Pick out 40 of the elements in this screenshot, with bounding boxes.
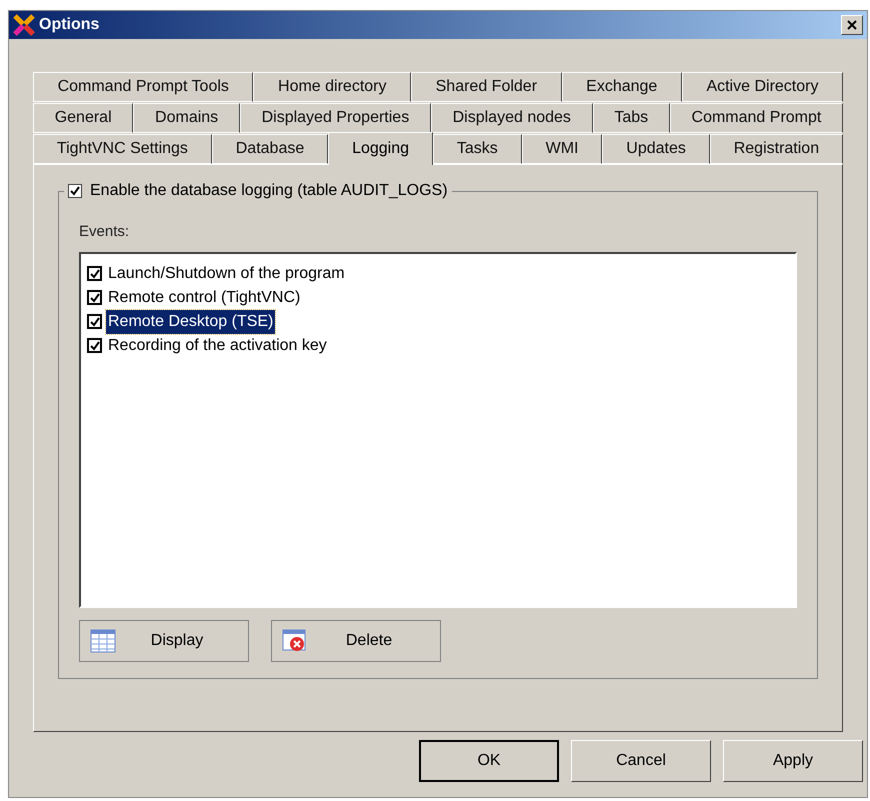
tab[interactable]: Updates bbox=[602, 134, 710, 164]
checkbox[interactable] bbox=[87, 290, 102, 305]
tab[interactable]: Exchange bbox=[562, 72, 682, 102]
checkbox[interactable] bbox=[87, 266, 102, 281]
tab[interactable]: Domains bbox=[133, 103, 240, 133]
tab[interactable]: Logging bbox=[328, 132, 433, 165]
tab[interactable]: Home directory bbox=[253, 72, 412, 102]
tab[interactable]: Displayed nodes bbox=[430, 103, 593, 133]
checkbox[interactable] bbox=[87, 314, 102, 329]
close-icon bbox=[847, 20, 857, 30]
close-button[interactable] bbox=[841, 15, 863, 35]
table-icon bbox=[90, 628, 116, 652]
display-button[interactable]: Display bbox=[79, 620, 249, 662]
events-label: Events: bbox=[79, 222, 130, 242]
tab[interactable]: Command Prompt bbox=[670, 103, 844, 133]
tab[interactable]: Command Prompt Tools bbox=[33, 72, 254, 102]
delete-icon bbox=[282, 628, 308, 652]
list-item[interactable]: Remote Desktop (TSE) bbox=[106, 310, 276, 334]
app-logo-icon bbox=[13, 14, 35, 36]
tab[interactable]: Tabs bbox=[592, 103, 670, 133]
tab[interactable]: Database bbox=[212, 134, 328, 164]
list-item[interactable]: Recording of the activation key bbox=[106, 334, 329, 358]
dialog-button[interactable]: Apply bbox=[723, 740, 863, 782]
tab[interactable]: WMI bbox=[522, 134, 602, 164]
list-item[interactable]: Remote control (TightVNC) bbox=[106, 286, 302, 310]
delete-button[interactable]: Delete bbox=[271, 620, 441, 662]
tab[interactable]: Tasks bbox=[432, 134, 522, 164]
tab[interactable]: Displayed Properties bbox=[240, 103, 431, 133]
checkbox[interactable] bbox=[68, 184, 82, 198]
checkbox-label: Enable the database logging (table AUDIT_LOGS) bbox=[90, 181, 448, 201]
dialog-button[interactable]: Cancel bbox=[571, 740, 711, 782]
tab[interactable]: TightVNC Settings bbox=[33, 134, 212, 164]
tab[interactable]: Shared Folder bbox=[411, 72, 562, 102]
window-title: Options bbox=[39, 15, 100, 35]
tab[interactable]: General bbox=[33, 103, 134, 133]
list-item[interactable]: Launch/Shutdown of the program bbox=[106, 262, 347, 286]
dialog-button[interactable]: OK bbox=[419, 740, 559, 782]
tab[interactable]: Active Directory bbox=[682, 72, 844, 102]
checkbox[interactable] bbox=[87, 338, 102, 353]
tab[interactable]: Registration bbox=[710, 134, 844, 164]
